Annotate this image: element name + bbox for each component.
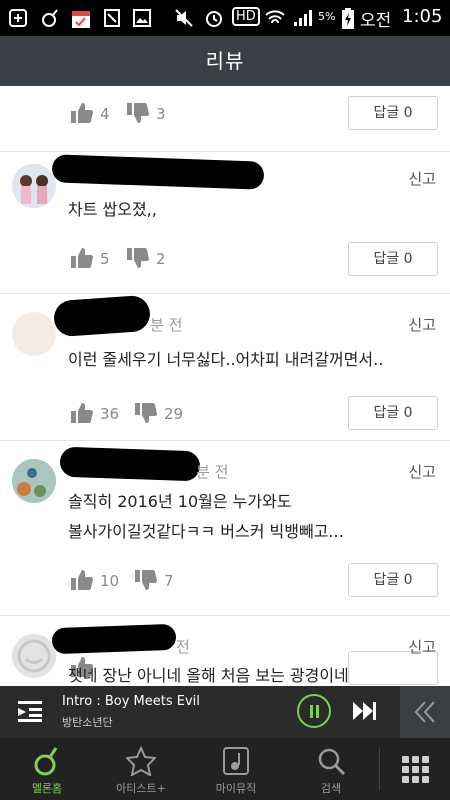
review-text: 잿네 장난 아니네 올해 처음 보는 광경이네 — [68, 666, 349, 685]
next-track-icon[interactable] — [352, 700, 378, 722]
review-item: 분 전 신고 이런 줄세우기 너무싫다..어차피 내려갈꺼면서.. 36 29 … — [0, 294, 450, 441]
nav-my-music[interactable]: 마이뮤직 — [188, 738, 284, 800]
thumbs-down-icon[interactable] — [126, 102, 150, 124]
like-count: 4 — [100, 105, 110, 123]
dislike-count: 2 — [156, 250, 166, 268]
ampm-label: 오전 — [360, 11, 392, 31]
thumbs-up-icon[interactable] — [70, 569, 94, 591]
wifi-icon — [264, 8, 285, 28]
pause-button[interactable] — [297, 694, 331, 728]
review-text-line1: 솔직히 2016년 10월은 누가와도 — [68, 492, 292, 511]
bottom-nav: 멜론홈 아티스트+ 마이뮤직 검색 — [0, 738, 450, 800]
thumbs-up-icon[interactable] — [70, 402, 94, 424]
track-artist: 방탄소년단 — [62, 716, 113, 729]
nav-label: 검색 — [320, 782, 342, 795]
review-text: 차트 쌉오졌,, — [68, 200, 157, 219]
mute-icon — [174, 8, 194, 28]
dislike-count: 7 — [164, 572, 174, 590]
like-count: 10 — [100, 572, 120, 590]
thumbs-down-icon[interactable] — [126, 247, 150, 269]
reply-button[interactable]: 답글 0 — [348, 563, 438, 597]
review-time: 전 — [176, 638, 190, 656]
double-chevron-left-icon — [414, 701, 435, 723]
like-count: 36 — [100, 405, 120, 423]
app-header: 리뷰 — [0, 36, 450, 86]
image-icon — [132, 8, 152, 28]
track-title: Intro : Boy Meets Evil — [62, 694, 200, 709]
star-icon — [126, 746, 156, 776]
redacted-username — [52, 294, 152, 338]
status-bar: HD 5% 오전 1:05 — [0, 0, 450, 36]
report-link[interactable]: 신고 — [408, 168, 436, 189]
review-item: 전 신고 잿네 장난 아니네 올해 처음 보는 광경이네 — [0, 616, 450, 686]
nav-label: 마이뮤직 — [215, 782, 257, 795]
battery-charging-icon — [338, 8, 358, 29]
reply-button[interactable]: 답글 0 — [348, 396, 438, 430]
thumbs-down-icon[interactable] — [134, 569, 158, 591]
thumbs-up-icon[interactable] — [70, 102, 94, 124]
reply-button[interactable]: 답글 0 — [348, 96, 438, 130]
mini-player[interactable]: Intro : Boy Meets Evil 방탄소년단 — [0, 686, 450, 738]
dislike-count: 29 — [164, 405, 184, 423]
hd-voice-icon: HD — [232, 7, 260, 26]
report-link[interactable]: 신고 — [408, 636, 436, 657]
review-item: 4 3 답글 0 — [0, 86, 450, 152]
signal-icon — [292, 8, 312, 28]
report-link[interactable]: 신고 — [408, 461, 436, 482]
nav-menu[interactable] — [380, 738, 450, 800]
add-notification-icon — [8, 8, 28, 28]
collapse-player-button[interactable] — [400, 686, 450, 738]
alarm-icon — [204, 8, 224, 28]
reply-button[interactable]: 답글 0 — [348, 242, 438, 276]
like-count: 5 — [100, 250, 110, 268]
melon-notification-icon — [40, 8, 60, 28]
redacted-username — [51, 623, 177, 655]
nav-artist-plus[interactable]: 아티스트+ — [94, 738, 188, 800]
dislike-count: 3 — [156, 105, 166, 123]
battery-percent: 5% — [318, 10, 336, 23]
report-link[interactable]: 신고 — [408, 314, 436, 335]
clock: 1:05 — [402, 6, 443, 27]
nav-search[interactable]: 검색 — [284, 738, 378, 800]
document-icon — [102, 8, 122, 28]
avatar[interactable] — [12, 164, 56, 208]
avatar[interactable] — [12, 634, 56, 678]
nav-melon-home[interactable]: 멜론홈 — [0, 738, 94, 800]
thumbs-up-icon[interactable] — [70, 247, 94, 269]
review-text-line2: 볼사가이길것같다ㅋㅋ 버스커 빅뱅빼고... — [68, 522, 344, 541]
nav-label: 아티스트+ — [116, 782, 166, 795]
grid-menu-icon — [402, 756, 429, 783]
review-text: 이런 줄세우기 너무싫다..어차피 내려갈꺼면서.. — [68, 350, 384, 369]
avatar[interactable] — [12, 459, 56, 503]
thumbs-down-icon[interactable] — [134, 402, 158, 424]
search-icon — [318, 748, 346, 776]
redacted-username — [51, 154, 265, 190]
calendar-icon — [70, 8, 90, 28]
music-note-icon — [223, 747, 249, 775]
review-time: 분 전 — [196, 463, 229, 481]
nav-label: 멜론홈 — [31, 782, 63, 795]
melon-home-icon — [34, 747, 58, 776]
review-time: 분 전 — [150, 316, 183, 334]
page-title: 리뷰 — [205, 49, 245, 73]
review-item: 신고 차트 쌉오졌,, 5 2 답글 0 — [0, 152, 450, 294]
avatar[interactable] — [12, 312, 56, 356]
redacted-username — [59, 446, 201, 482]
playlist-icon[interactable] — [18, 700, 44, 722]
